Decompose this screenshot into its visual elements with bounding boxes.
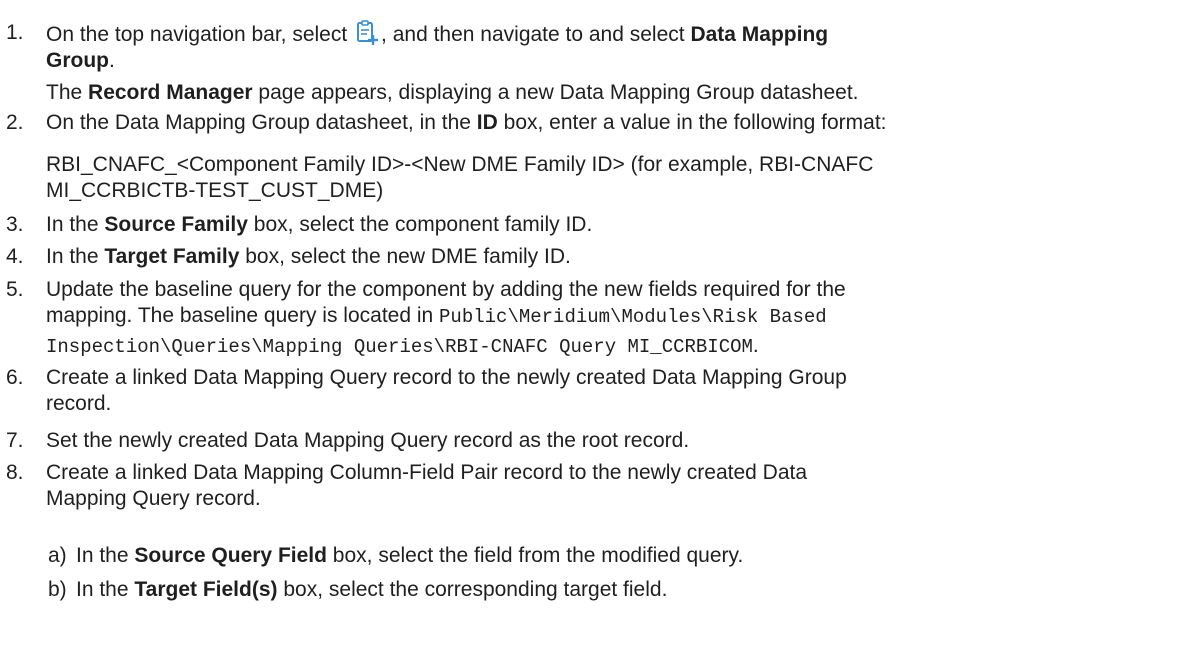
- step-text: box, select the new DME family ID.: [245, 245, 571, 268]
- menu-item-name: Group: [46, 49, 109, 72]
- step-number: 5.: [6, 278, 24, 301]
- step-text: In the: [76, 544, 129, 567]
- step-text: In the: [46, 245, 99, 268]
- step-number: 7.: [6, 429, 24, 452]
- step-text: In the: [46, 213, 99, 236]
- step-text: box, enter a value in the following form…: [503, 111, 887, 134]
- punctuation: .: [752, 334, 759, 357]
- step-text: box, select the corresponding target fie…: [283, 578, 668, 601]
- step-text: On the Data Mapping Group datasheet, in …: [46, 111, 471, 134]
- step-text: On the top navigation bar, select: [46, 23, 348, 46]
- format-example: MI_CCRBICTB-TEST_CUST_DME): [46, 179, 384, 202]
- step-number: 2.: [6, 111, 24, 134]
- menu-item-name: Data Mapping: [690, 23, 829, 46]
- format-example: RBI_CNAFC_<Component Family ID>-<New DME…: [46, 153, 874, 176]
- step-text: mapping. The baseline query is located i…: [46, 304, 434, 327]
- page-name: Record Manager: [88, 81, 253, 104]
- substep-letter: b): [48, 578, 67, 601]
- step-number: 1.: [6, 21, 24, 44]
- field-name: Source Family: [104, 213, 248, 236]
- field-name: Target Family: [104, 245, 240, 268]
- result-text: The: [46, 81, 83, 104]
- step-text: Set the newly created Data Mapping Query…: [46, 429, 690, 452]
- step-number: 6.: [6, 366, 24, 389]
- field-name: Target Field(s): [134, 578, 278, 601]
- step-text: Update the baseline query for the compon…: [46, 278, 846, 301]
- field-name: Source Query Field: [134, 544, 327, 567]
- step-text: box, select the component family ID.: [253, 213, 593, 236]
- query-path: Inspection\Queries\Mapping Queries\RBI-C…: [46, 336, 753, 358]
- step-text: box, select the field from the modified …: [332, 544, 744, 567]
- result-text: page appears, displaying a new Data Mapp…: [258, 81, 859, 104]
- step-number: 8.: [6, 461, 24, 484]
- step-text: , and then navigate to and select: [381, 23, 685, 46]
- step-text: Create a linked Data Mapping Query recor…: [46, 366, 847, 389]
- step-text: In the: [76, 578, 129, 601]
- punctuation: .: [109, 49, 115, 72]
- substep-letter: a): [48, 544, 67, 567]
- new-record-icon[interactable]: [355, 20, 379, 46]
- step-text: record.: [46, 392, 112, 415]
- step-number: 4.: [6, 245, 24, 268]
- step-text: Mapping Query record.: [46, 487, 261, 510]
- step-number: 3.: [6, 213, 24, 236]
- procedure-document: 1. On the top navigation bar, select , a…: [0, 0, 1190, 669]
- field-name: ID: [476, 111, 498, 134]
- query-path: Public\Meridium\Modules\Risk Based: [439, 306, 827, 328]
- step-text: Create a linked Data Mapping Column-Fiel…: [46, 461, 808, 484]
